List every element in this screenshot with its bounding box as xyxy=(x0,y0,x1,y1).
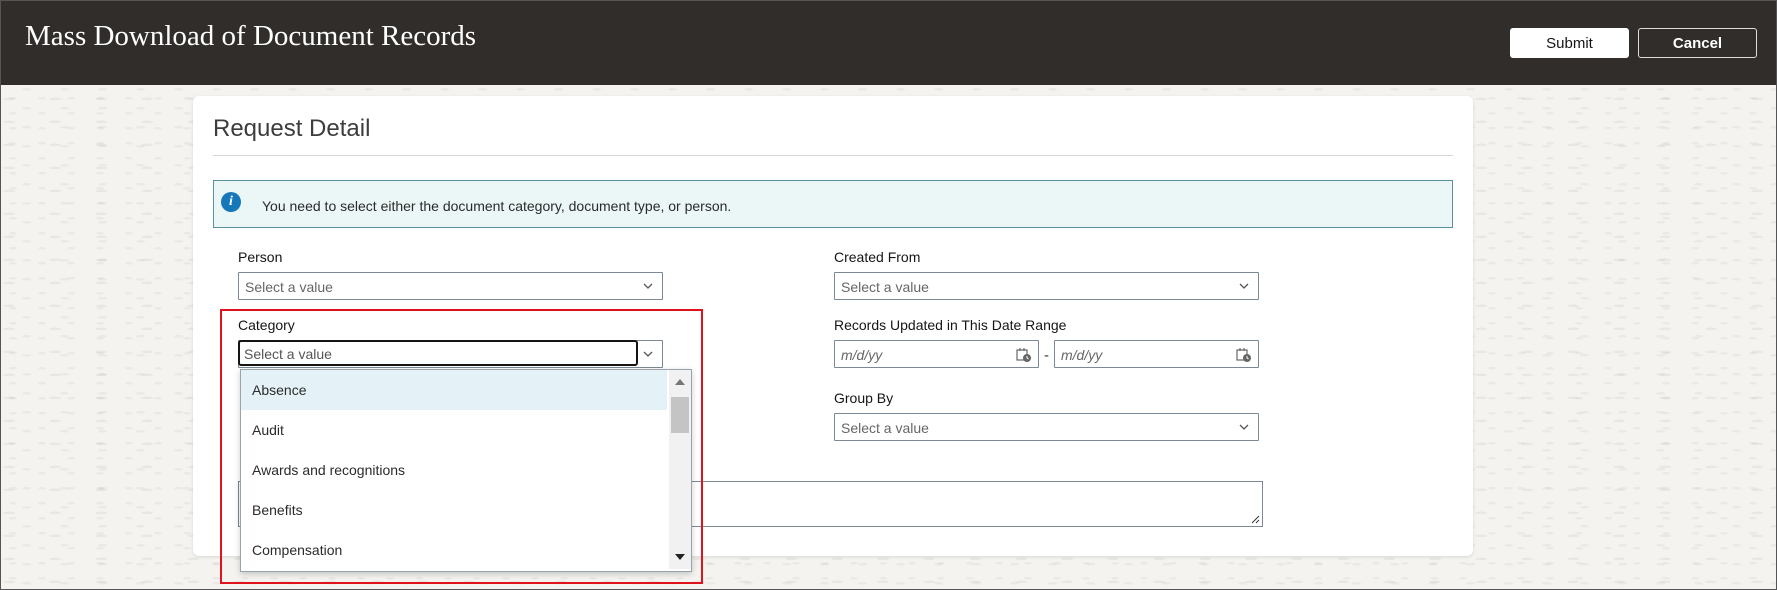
section-title: Request Detail xyxy=(213,115,371,142)
created-from-label: Created From xyxy=(834,249,921,265)
chevron-down-icon[interactable] xyxy=(1238,280,1250,292)
app-header: Mass Download of Document Records Submit… xyxy=(0,0,1777,85)
option-label: Benefits xyxy=(252,502,303,518)
list-item[interactable]: Compensation xyxy=(241,530,667,570)
list-item[interactable]: Awards and recognitions xyxy=(241,450,667,490)
resize-handle-icon[interactable] xyxy=(1250,514,1260,524)
category-label: Category xyxy=(238,317,295,333)
chevron-down-icon[interactable] xyxy=(642,280,654,292)
calendar-icon[interactable] xyxy=(1016,347,1032,363)
person-select[interactable]: Select a value xyxy=(238,272,663,300)
date-end-input[interactable]: m/d/yy xyxy=(1054,340,1259,368)
group-by-label: Group By xyxy=(834,390,894,406)
scroll-down-icon[interactable] xyxy=(675,554,685,560)
dropdown-scrollbar[interactable] xyxy=(669,370,691,569)
date-start-placeholder: m/d/yy xyxy=(841,347,883,363)
list-item[interactable]: Audit xyxy=(241,410,667,450)
option-label: Absence xyxy=(252,382,307,398)
list-item[interactable]: Benefits xyxy=(241,490,667,530)
option-label: Compensation xyxy=(252,542,343,558)
person-placeholder: Select a value xyxy=(245,279,333,295)
category-input[interactable]: Select a value xyxy=(238,340,638,366)
page-title: Mass Download of Document Records xyxy=(25,20,477,52)
submit-button[interactable]: Submit xyxy=(1510,28,1629,58)
info-message: You need to select either the document c… xyxy=(262,198,732,214)
scrollbar-thumb[interactable] xyxy=(671,397,689,433)
chevron-down-icon[interactable] xyxy=(1238,421,1250,433)
category-placeholder: Select a value xyxy=(244,346,332,362)
section-divider xyxy=(213,155,1453,156)
date-end-placeholder: m/d/yy xyxy=(1061,347,1103,363)
group-by-select[interactable]: Select a value xyxy=(834,413,1259,441)
category-select[interactable]: Select a value xyxy=(238,340,663,368)
date-range-separator: - xyxy=(1044,347,1049,364)
date-start-input[interactable]: m/d/yy xyxy=(834,340,1039,368)
option-label: Awards and recognitions xyxy=(252,462,406,478)
scroll-up-icon[interactable] xyxy=(675,379,685,385)
info-icon: i xyxy=(221,192,241,212)
cancel-button[interactable]: Cancel xyxy=(1638,28,1757,58)
created-from-select[interactable]: Select a value xyxy=(834,272,1259,300)
category-listbox[interactable]: Absence Audit Awards and recognitions Be… xyxy=(240,369,692,572)
person-label: Person xyxy=(238,249,283,265)
list-item[interactable]: Absence xyxy=(241,370,667,410)
info-banner: i You need to select either the document… xyxy=(213,180,1453,228)
chevron-down-icon[interactable] xyxy=(642,348,654,360)
group-by-placeholder: Select a value xyxy=(841,420,929,436)
calendar-icon[interactable] xyxy=(1236,347,1252,363)
option-label: Audit xyxy=(252,422,284,438)
date-range-label: Records Updated in This Date Range xyxy=(834,317,1067,333)
created-from-placeholder: Select a value xyxy=(841,279,929,295)
